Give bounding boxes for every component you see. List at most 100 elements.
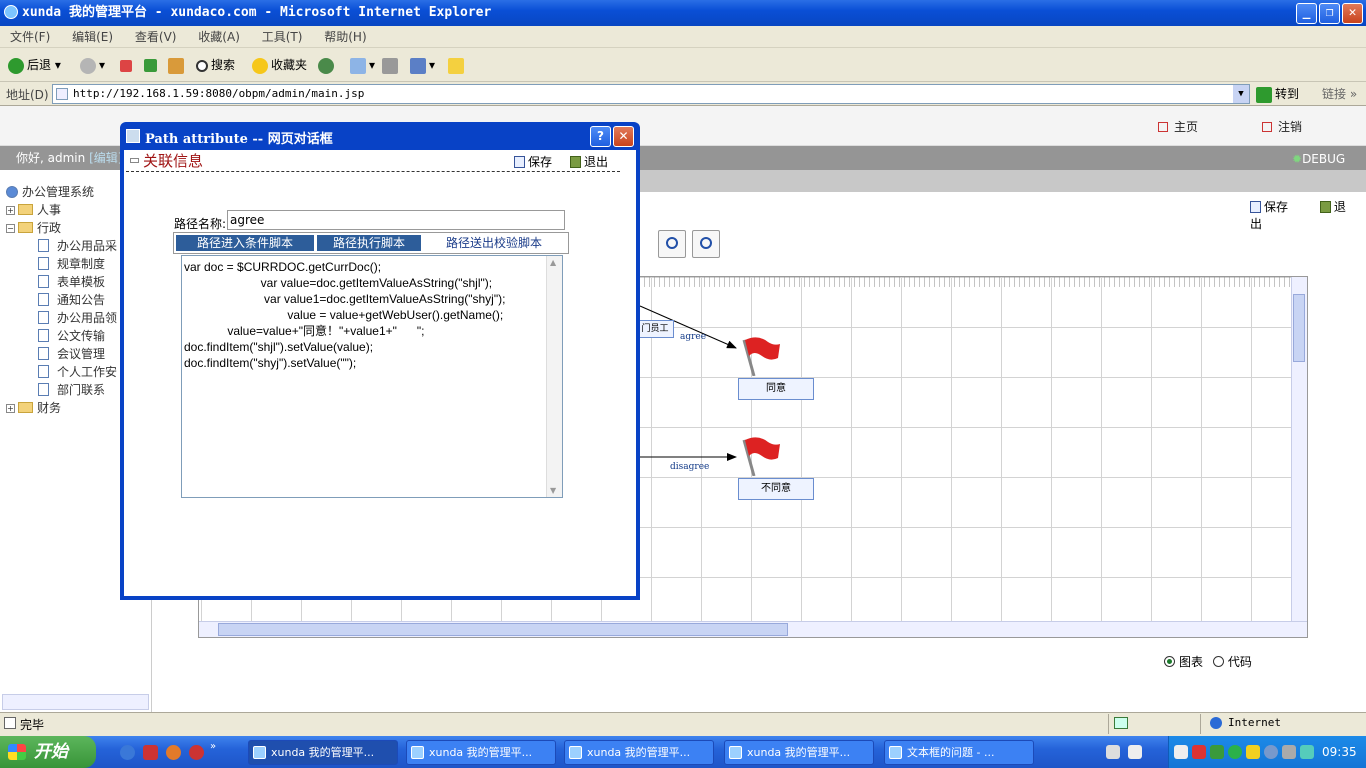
tree-item[interactable]: 个人工作安 bbox=[38, 363, 117, 380]
tab-exit-validation-script[interactable]: 路径送出校验脚本 bbox=[424, 235, 564, 251]
pen-tray-icon[interactable] bbox=[1128, 745, 1142, 759]
main-save-button[interactable]: 保存 bbox=[1250, 200, 1302, 214]
start-label: 开始 bbox=[34, 742, 68, 762]
forward-button[interactable]: ▾ bbox=[80, 56, 105, 74]
view-code-radio[interactable]: 代码 bbox=[1212, 655, 1252, 669]
vertical-scroll-thumb[interactable] bbox=[1293, 294, 1305, 362]
sound-tray-icon[interactable] bbox=[1282, 745, 1296, 759]
quicklaunch-more-icon[interactable]: » bbox=[210, 741, 216, 752]
links-button[interactable]: 链接 » bbox=[1322, 85, 1357, 102]
search-tray-icon[interactable] bbox=[1264, 745, 1278, 759]
tab-execute-script[interactable]: 路径执行脚本 bbox=[317, 235, 421, 251]
back-button[interactable]: 后退 ▾ bbox=[8, 56, 61, 74]
tree-root[interactable]: 办公管理系统 bbox=[6, 183, 94, 200]
menu-help[interactable]: 帮助(H) bbox=[324, 30, 366, 44]
tree-group-admin[interactable]: − 行政 bbox=[6, 219, 61, 236]
document-icon bbox=[38, 257, 49, 270]
scroll-up-icon[interactable]: ▲ bbox=[550, 258, 556, 267]
home-button[interactable] bbox=[168, 56, 187, 74]
script-editor[interactable]: var doc = $CURRDOC.getCurrDoc(); var val… bbox=[181, 255, 563, 498]
tree-item[interactable]: 办公用品领 bbox=[38, 309, 117, 326]
dialog-close-button[interactable]: ✕ bbox=[613, 126, 634, 147]
dialog-save-button[interactable]: 保存 bbox=[514, 153, 552, 170]
document-icon bbox=[38, 275, 49, 288]
task-button[interactable]: xunda 我的管理平... bbox=[564, 740, 714, 765]
stop-button[interactable] bbox=[120, 56, 135, 74]
logout-link[interactable]: 注销 bbox=[1262, 118, 1302, 135]
task-ie-icon bbox=[729, 746, 742, 759]
close-button[interactable]: ✕ bbox=[1342, 3, 1363, 24]
status-separator bbox=[1108, 714, 1109, 734]
search-button[interactable]: 搜索 bbox=[196, 56, 235, 74]
keyboard-tray-icon[interactable] bbox=[1106, 745, 1120, 759]
menu-view[interactable]: 查看(V) bbox=[135, 30, 177, 44]
tree-item[interactable]: 会议管理 bbox=[38, 345, 105, 362]
tree-item[interactable]: 规章制度 bbox=[38, 255, 105, 272]
save-icon bbox=[1250, 201, 1261, 213]
tray-icon[interactable] bbox=[1174, 745, 1188, 759]
edit-page-button[interactable]: ▾ bbox=[410, 56, 435, 74]
tab-entry-condition-script[interactable]: 路径进入条件脚本 bbox=[176, 235, 314, 251]
task-button[interactable]: xunda 我的管理平... bbox=[248, 740, 398, 765]
document-icon bbox=[38, 293, 49, 306]
print-icon bbox=[382, 57, 398, 74]
tree-group-hr[interactable]: + 人事 bbox=[6, 201, 61, 218]
path-name-input[interactable] bbox=[227, 210, 565, 230]
zoom-in-button[interactable] bbox=[658, 230, 686, 258]
debug-toggle[interactable]: ✹DEBUG bbox=[1292, 146, 1345, 172]
favorites-button[interactable]: 收藏夹 bbox=[252, 56, 307, 74]
tree-group-finance[interactable]: + 财务 bbox=[6, 399, 61, 416]
history-button[interactable] bbox=[318, 56, 337, 74]
security-tray-icon[interactable] bbox=[1228, 745, 1242, 759]
document-icon bbox=[38, 311, 49, 324]
tree-item[interactable]: 表单模板 bbox=[38, 273, 105, 290]
app-quicklaunch-icon[interactable] bbox=[189, 745, 204, 760]
script-scrollbar[interactable]: ▲ ▼ bbox=[546, 256, 562, 497]
zoom-out-button[interactable] bbox=[692, 230, 720, 258]
tree-item[interactable]: 公文传输 bbox=[38, 327, 105, 344]
tree-item[interactable]: 通知公告 bbox=[38, 291, 105, 308]
task-button[interactable]: xunda 我的管理平... bbox=[406, 740, 556, 765]
go-button[interactable]: 转到 bbox=[1256, 85, 1299, 103]
address-dropdown-icon[interactable]: ▼ bbox=[1233, 85, 1249, 103]
refresh-button[interactable] bbox=[144, 56, 160, 74]
messenger-button[interactable] bbox=[448, 56, 467, 74]
search-icon bbox=[196, 59, 208, 72]
dialog-exit-button[interactable]: 退出 bbox=[570, 153, 608, 170]
sidebar-horizontal-scrollbar[interactable] bbox=[2, 694, 149, 710]
address-input[interactable]: http://192.168.1.59:8080/obpm/admin/main… bbox=[52, 84, 1250, 104]
debug-label: DEBUG bbox=[1302, 152, 1346, 166]
minimize-button[interactable]: _ bbox=[1296, 3, 1317, 24]
script-text[interactable]: var doc = $CURRDOC.getCurrDoc(); var val… bbox=[184, 259, 544, 371]
restore-button[interactable]: ❐ bbox=[1319, 3, 1340, 24]
antivirus-tray-icon[interactable] bbox=[1192, 745, 1206, 759]
task-button[interactable]: 文本框的问题 - ... bbox=[884, 740, 1034, 765]
manager-node[interactable]: 门员工 bbox=[636, 320, 674, 338]
address-label: 地址(D) bbox=[6, 88, 49, 102]
task-button[interactable]: xunda 我的管理平... bbox=[724, 740, 874, 765]
edit-profile-link[interactable]: [编辑] bbox=[89, 151, 122, 165]
scroll-down-icon[interactable]: ▼ bbox=[550, 486, 556, 495]
disagree-node[interactable]: 不同意 bbox=[738, 478, 814, 500]
dialog-help-button[interactable]: ? bbox=[590, 126, 611, 147]
print-button[interactable] bbox=[382, 56, 401, 74]
shield-tray-icon[interactable] bbox=[1210, 745, 1224, 759]
home-link[interactable]: 主页 bbox=[1158, 118, 1198, 135]
app-tray-icon[interactable] bbox=[1300, 745, 1314, 759]
ie-quicklaunch-icon[interactable] bbox=[120, 745, 135, 760]
main-save-label: 保存 bbox=[1264, 200, 1289, 214]
network-tray-icon[interactable] bbox=[1246, 745, 1260, 759]
horizontal-scroll-thumb[interactable] bbox=[218, 623, 788, 636]
mail-button[interactable]: ▾ bbox=[350, 56, 375, 74]
menu-favorites[interactable]: 收藏(A) bbox=[198, 30, 240, 44]
menu-tools[interactable]: 工具(T) bbox=[262, 30, 303, 44]
firefox-quicklaunch-icon[interactable] bbox=[166, 745, 181, 760]
menu-file[interactable]: 文件(F) bbox=[10, 30, 50, 44]
menu-edit[interactable]: 编辑(E) bbox=[72, 30, 113, 44]
mail-quicklaunch-icon[interactable] bbox=[143, 745, 158, 760]
agree-node[interactable]: 同意 bbox=[738, 378, 814, 400]
tree-item[interactable]: 办公用品采 bbox=[38, 237, 117, 254]
view-chart-radio[interactable]: 图表 bbox=[1164, 655, 1203, 669]
zoom-out-icon bbox=[700, 237, 712, 249]
tree-item[interactable]: 部门联系 bbox=[38, 381, 105, 398]
